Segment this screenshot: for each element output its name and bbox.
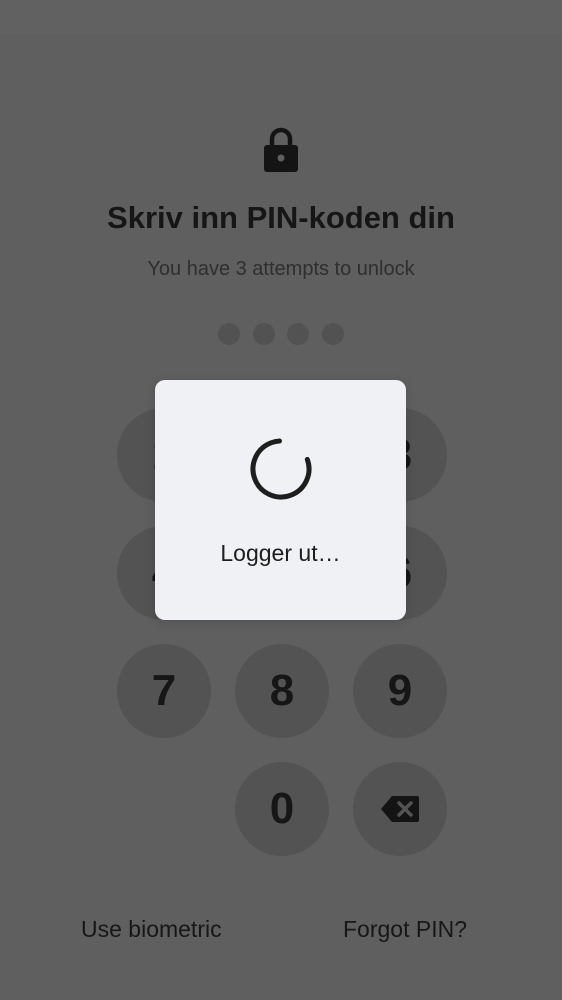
key-7[interactable]: 7	[117, 644, 211, 738]
pin-entry-indicator	[218, 323, 346, 345]
pin-dot	[322, 323, 344, 345]
forgot-pin-link[interactable]: Forgot PIN?	[343, 916, 467, 943]
dialog-message: Logger ut…	[220, 540, 341, 566]
key-0[interactable]: 0	[235, 762, 329, 856]
spinner-icon	[250, 438, 312, 500]
page-title: Skriv inn PIN-koden din	[107, 200, 455, 235]
lock-icon	[264, 127, 298, 172]
pin-dot	[287, 323, 309, 345]
key-9[interactable]: 9	[353, 644, 447, 738]
key-8[interactable]: 8	[235, 644, 329, 738]
pin-dot	[253, 323, 275, 345]
backspace-button[interactable]	[353, 762, 447, 856]
use-biometric-button[interactable]: Use biometric	[81, 916, 222, 943]
attempts-remaining-text: You have 3 attempts to unlock	[147, 258, 415, 280]
backspace-icon	[381, 796, 419, 822]
status-bar	[0, 0, 562, 34]
logging-out-dialog: Logger ut…	[155, 380, 406, 620]
pin-dot	[218, 323, 240, 345]
